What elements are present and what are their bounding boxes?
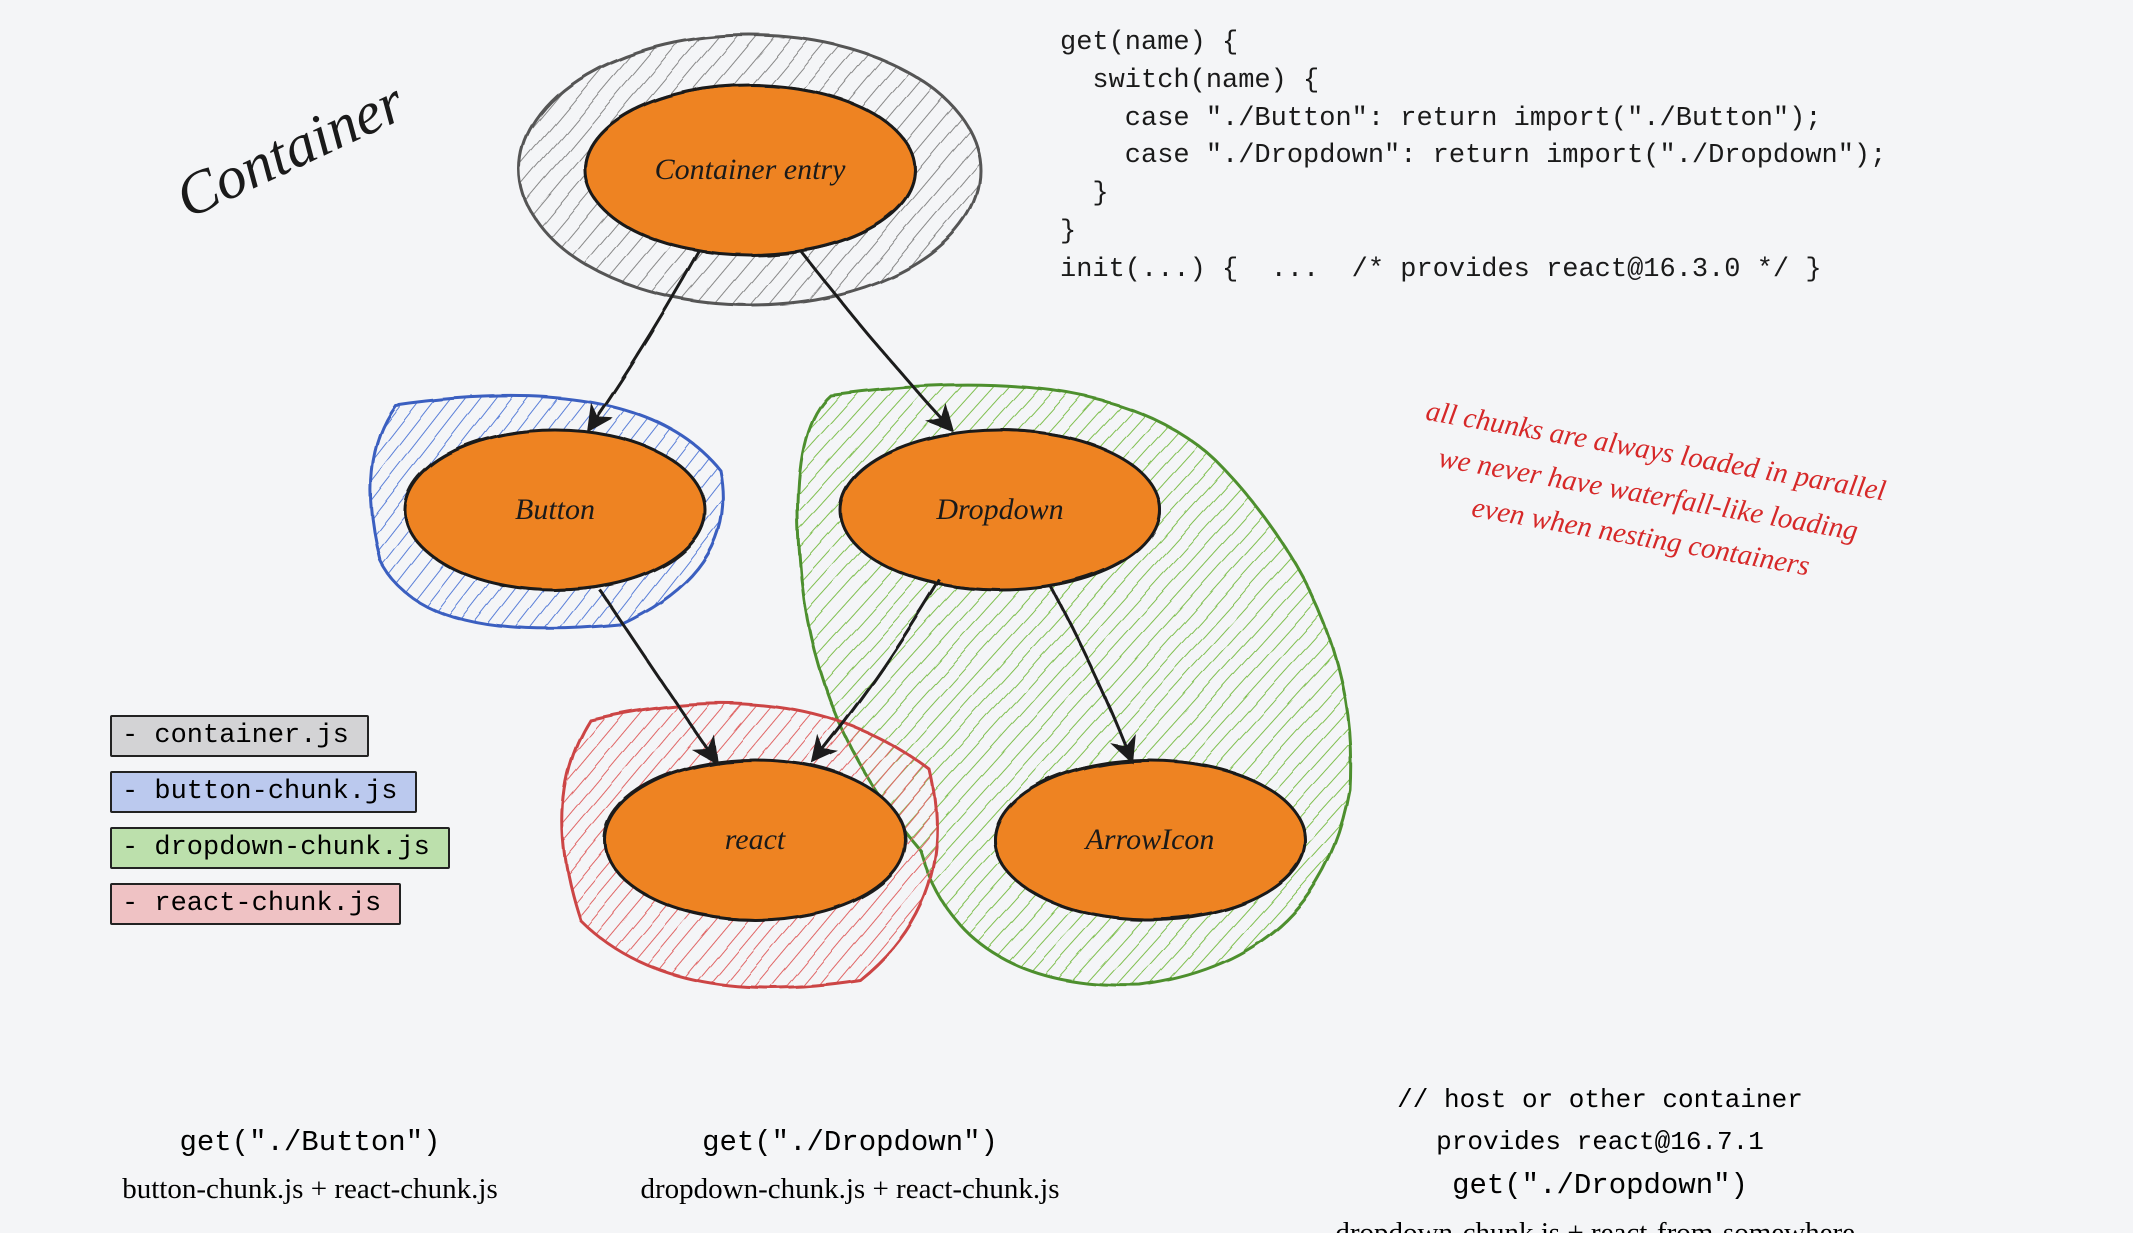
label-button: Button	[515, 493, 595, 527]
bottom-col-2: get("./Dropdown") dropdown-chunk.js + re…	[640, 1120, 1059, 1213]
bottom-1-call: get("./Button")	[122, 1120, 498, 1166]
bottom-2-result: dropdown-chunk.js + react-chunk.js	[640, 1166, 1059, 1212]
legend-item: - container.js	[110, 715, 369, 757]
bottom-2-call: get("./Dropdown")	[640, 1120, 1059, 1166]
code-snippet: get(name) { switch(name) { case "./Butto…	[1060, 25, 1886, 290]
legend: - container.js - button-chunk.js - dropdow…	[110, 715, 450, 925]
label-container-entry: Container entry	[655, 153, 846, 187]
legend-item: - dropdown-chunk.js	[110, 827, 450, 869]
bottom-col-1: get("./Button") button-chunk.js + react-…	[122, 1120, 498, 1213]
label-arrow-icon: ArrowIcon	[1086, 823, 1215, 857]
label-react: react	[725, 823, 786, 857]
bottom-3-comment: // host or other container provides reac…	[1334, 1080, 1867, 1163]
bottom-1-result: button-chunk.js + react-chunk.js	[122, 1166, 498, 1212]
legend-item: - button-chunk.js	[110, 771, 417, 813]
bottom-col-3: // host or other container provides reac…	[1334, 1080, 1867, 1233]
diagram-stage: Container Container entry Button Dropdow…	[0, 0, 2133, 1233]
label-dropdown: Dropdown	[936, 493, 1063, 527]
bottom-3-call: get("./Dropdown")	[1334, 1163, 1867, 1209]
legend-item: - react-chunk.js	[110, 883, 401, 925]
bottom-3-result: dropdown-chunk.js + react-from-somewhere…	[1334, 1210, 1867, 1233]
